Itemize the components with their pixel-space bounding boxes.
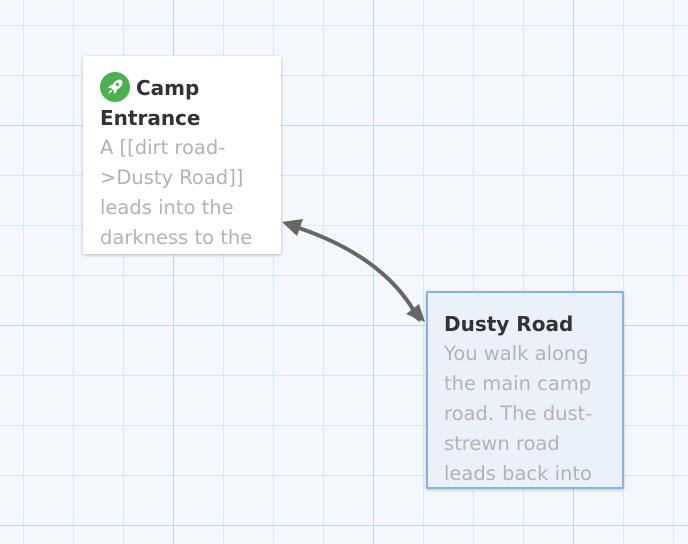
passage-excerpt: You walk along the main camp road. The d… (444, 342, 593, 485)
passage-title: Dusty Road (444, 312, 574, 336)
passage-card-camp-entrance[interactable]: Camp Entrance A [[dirt road->Dusty Road]… (83, 56, 281, 254)
story-map-canvas[interactable]: Camp Entrance A [[dirt road->Dusty Road]… (0, 0, 688, 544)
passage-title-row: Camp Entrance (100, 72, 271, 133)
passage-card-dusty-road[interactable]: Dusty Road You walk along the main camp … (426, 291, 624, 489)
passage-excerpt: A [[dirt road->Dusty Road]] leads into t… (100, 136, 253, 249)
rocket-icon (100, 72, 130, 102)
